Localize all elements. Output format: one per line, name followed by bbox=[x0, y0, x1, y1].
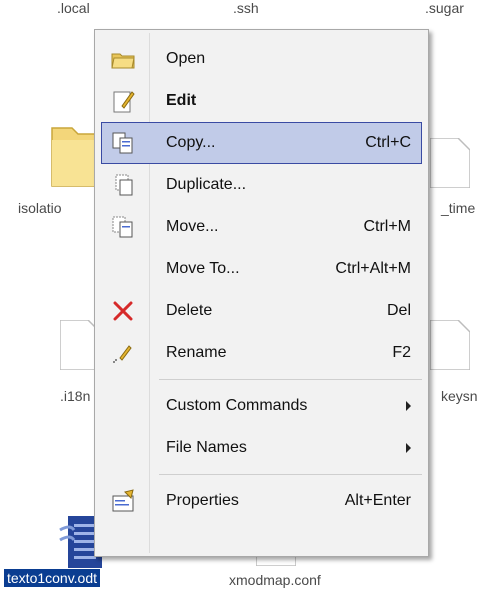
folder-icon[interactable] bbox=[48, 118, 100, 190]
rename-pencil-icon bbox=[113, 345, 132, 363]
open-folder-icon bbox=[111, 53, 135, 69]
menu-item-edit[interactable]: Edit bbox=[101, 80, 422, 122]
submenu-arrow-icon bbox=[406, 443, 411, 453]
delete-icon bbox=[113, 301, 133, 321]
document-icon[interactable] bbox=[430, 138, 470, 188]
file-label-local: .local bbox=[57, 0, 90, 16]
menu-item-properties[interactable]: Properties Alt+Enter bbox=[101, 480, 422, 522]
menu-item-label: File Names bbox=[166, 439, 247, 456]
menu-item-shortcut: F2 bbox=[392, 344, 411, 361]
file-label-sugar: .sugar bbox=[425, 0, 464, 16]
menu-item-rename[interactable]: Rename F2 bbox=[101, 332, 422, 374]
file-label-time: _time bbox=[441, 200, 476, 216]
menu-item-label: Copy... bbox=[166, 134, 216, 151]
menu-item-shortcut: Ctrl+C bbox=[365, 134, 411, 151]
move-icon bbox=[112, 216, 133, 238]
file-label-isolation: isolatio bbox=[18, 200, 62, 216]
menu-separator bbox=[159, 474, 422, 475]
menu-item-copy[interactable]: Copy... Ctrl+C bbox=[101, 122, 422, 164]
menu-item-open[interactable]: Open bbox=[101, 38, 422, 80]
copy-icon bbox=[112, 132, 133, 154]
menu-item-label: Properties bbox=[166, 492, 239, 509]
file-label-keys: keysn bbox=[441, 388, 478, 404]
menu-item-label: Edit bbox=[166, 92, 197, 109]
context-menu: Open Edit Copy... Ctrl+C Duplicate... Mo… bbox=[94, 29, 429, 557]
edit-icon bbox=[113, 91, 135, 113]
menu-item-move[interactable]: Move... Ctrl+M bbox=[101, 206, 422, 248]
menu-item-shortcut: Del bbox=[386, 302, 411, 319]
menu-item-label: Move... bbox=[166, 218, 219, 235]
menu-separator bbox=[159, 379, 422, 380]
menu-item-delete[interactable]: Delete Del bbox=[101, 290, 422, 332]
menu-item-label: Delete bbox=[166, 302, 213, 319]
menu-item-label: Rename bbox=[166, 344, 227, 361]
menu-item-custom-commands[interactable]: Custom Commands bbox=[101, 385, 422, 427]
menu-item-duplicate[interactable]: Duplicate... bbox=[101, 164, 422, 206]
menu-item-file-names[interactable]: File Names bbox=[101, 427, 422, 469]
file-label-i18n: .i18n bbox=[60, 388, 91, 404]
duplicate-icon bbox=[115, 174, 133, 196]
menu-item-move-to[interactable]: Move To... Ctrl+Alt+M bbox=[101, 248, 422, 290]
menu-item-label: Move To... bbox=[166, 260, 240, 277]
submenu-arrow-icon bbox=[406, 401, 411, 411]
file-label-ssh: .ssh bbox=[233, 0, 259, 16]
menu-item-label: Open bbox=[166, 50, 206, 67]
menu-item-shortcut: Ctrl+Alt+M bbox=[335, 260, 411, 277]
menu-item-shortcut: Alt+Enter bbox=[344, 492, 411, 509]
document-icon[interactable] bbox=[430, 320, 470, 370]
menu-item-label: Custom Commands bbox=[166, 397, 308, 414]
menu-item-shortcut: Ctrl+M bbox=[363, 218, 411, 235]
properties-icon bbox=[112, 489, 134, 512]
file-label-selected[interactable]: texto1conv.odt bbox=[2, 568, 102, 588]
menu-item-label: Duplicate... bbox=[166, 176, 247, 193]
file-label-xmodmap: xmodmap.conf bbox=[229, 572, 321, 588]
